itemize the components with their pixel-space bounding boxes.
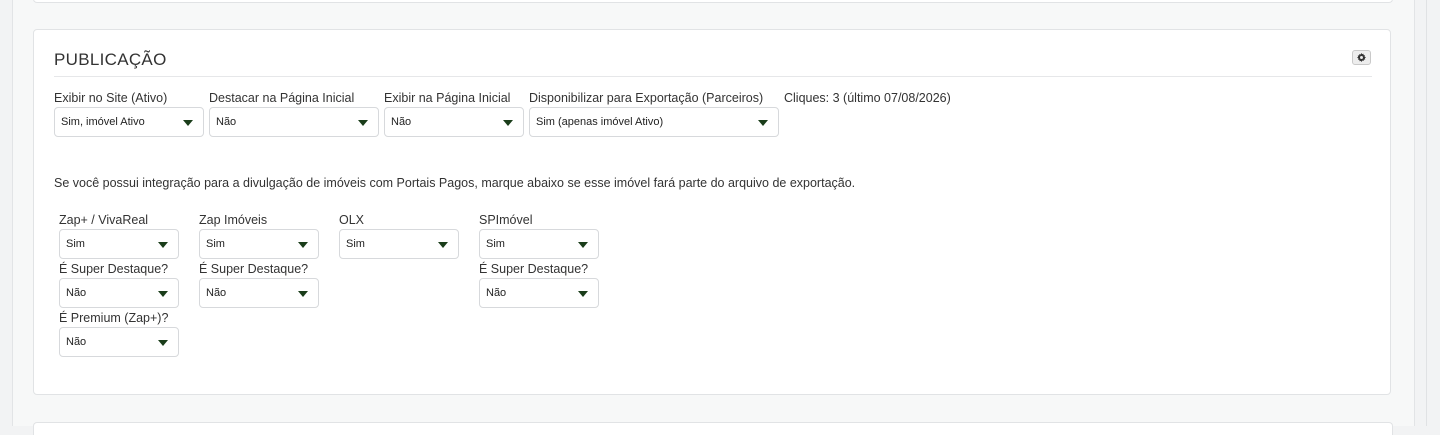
spimovel-super-destaque-select[interactable]: Não xyxy=(479,278,599,308)
field-exibir-pagina-inicial: Exibir na Página Inicial Não xyxy=(384,91,524,137)
field-label: Zap+ / VivaReal xyxy=(59,213,149,227)
select-value: Não xyxy=(66,287,87,299)
field-zap-vivareal: Zap+ / VivaReal Sim xyxy=(59,213,179,259)
field-label: É Super Destaque? xyxy=(199,262,309,276)
settings-button[interactable] xyxy=(1352,50,1371,65)
chevron-down-icon xyxy=(158,340,168,346)
field-spimovel-super-destaque: É Super Destaque? Não xyxy=(479,262,599,308)
select-value: Não xyxy=(216,116,237,128)
section-title: PUBLICAÇÃO xyxy=(54,50,167,69)
chevron-down-icon xyxy=(298,291,308,297)
chevron-down-icon xyxy=(158,291,168,297)
chevron-down-icon xyxy=(183,120,193,126)
select-value: Não xyxy=(206,287,227,299)
portals-info-text: Se você possui integração para a divulga… xyxy=(54,176,856,190)
field-zap-vivareal-super-destaque: É Super Destaque? Não xyxy=(59,262,179,308)
title-divider xyxy=(54,76,1372,77)
select-value: Sim xyxy=(486,238,505,250)
zap-premium-select[interactable]: Não xyxy=(59,327,179,357)
select-value: Sim xyxy=(346,238,365,250)
field-disponibilizar-exportacao: Disponibilizar para Exportação (Parceiro… xyxy=(529,91,779,137)
field-label: Disponibilizar para Exportação (Parceiro… xyxy=(529,91,764,105)
chevron-down-icon xyxy=(578,291,588,297)
field-zap-imoveis-super-destaque: É Super Destaque? Não xyxy=(199,262,319,308)
select-value: Não xyxy=(391,116,412,128)
exibir-pagina-inicial-select[interactable]: Não xyxy=(384,107,524,137)
chevron-down-icon xyxy=(578,242,588,248)
scrollbar-track[interactable] xyxy=(1426,0,1427,426)
publication-panel: PUBLICAÇÃO Exibir no Site (Ativo) Sim, i… xyxy=(33,29,1391,395)
field-zap-imoveis: Zap Imóveis Sim xyxy=(199,213,319,259)
select-value: Não xyxy=(66,336,87,348)
select-value: Sim (apenas imóvel Ativo) xyxy=(536,116,664,128)
select-value: Sim xyxy=(206,238,225,250)
chevron-down-icon xyxy=(158,242,168,248)
chevron-down-icon xyxy=(358,120,368,126)
field-zap-premium: É Premium (Zap+)? Não xyxy=(59,311,179,357)
zap-imoveis-super-destaque-select[interactable]: Não xyxy=(199,278,319,308)
field-label: É Super Destaque? xyxy=(59,262,169,276)
gear-icon xyxy=(1357,49,1366,67)
olx-select[interactable]: Sim xyxy=(339,229,459,259)
field-exibir-no-site: Exibir no Site (Ativo) Sim, imóvel Ativo xyxy=(54,91,204,137)
chevron-down-icon xyxy=(298,242,308,248)
chevron-down-icon xyxy=(758,120,768,126)
previous-panel xyxy=(33,0,1393,3)
zap-vivareal-select[interactable]: Sim xyxy=(59,229,179,259)
select-value: Sim xyxy=(66,238,85,250)
zap-vivareal-super-destaque-select[interactable]: Não xyxy=(59,278,179,308)
field-olx: OLX Sim xyxy=(339,213,459,259)
chevron-down-icon xyxy=(438,242,448,248)
field-spimovel: SPImóvel Sim xyxy=(479,213,599,259)
destacar-pagina-inicial-select[interactable]: Não xyxy=(209,107,379,137)
spimovel-select[interactable]: Sim xyxy=(479,229,599,259)
field-label: Zap Imóveis xyxy=(199,213,268,227)
field-label: É Premium (Zap+)? xyxy=(59,311,169,325)
field-label: Destacar na Página Inicial xyxy=(209,91,355,105)
field-label: É Super Destaque? xyxy=(479,262,589,276)
select-value: Sim, imóvel Ativo xyxy=(61,116,145,128)
chevron-down-icon xyxy=(503,120,513,126)
exibir-no-site-select[interactable]: Sim, imóvel Ativo xyxy=(54,107,204,137)
field-label: Exibir na Página Inicial xyxy=(384,91,511,105)
field-label: SPImóvel xyxy=(479,213,533,227)
field-label: Exibir no Site (Ativo) xyxy=(54,91,168,105)
zap-imoveis-select[interactable]: Sim xyxy=(199,229,319,259)
select-value: Não xyxy=(486,287,507,299)
field-label: OLX xyxy=(339,213,365,227)
disponibilizar-exportacao-select[interactable]: Sim (apenas imóvel Ativo) xyxy=(529,107,779,137)
field-destacar-pagina-inicial: Destacar na Página Inicial Não xyxy=(209,91,379,137)
next-panel xyxy=(33,422,1393,435)
clicks-counter: Cliques: 3 (último 07/08/2026) xyxy=(784,91,951,105)
